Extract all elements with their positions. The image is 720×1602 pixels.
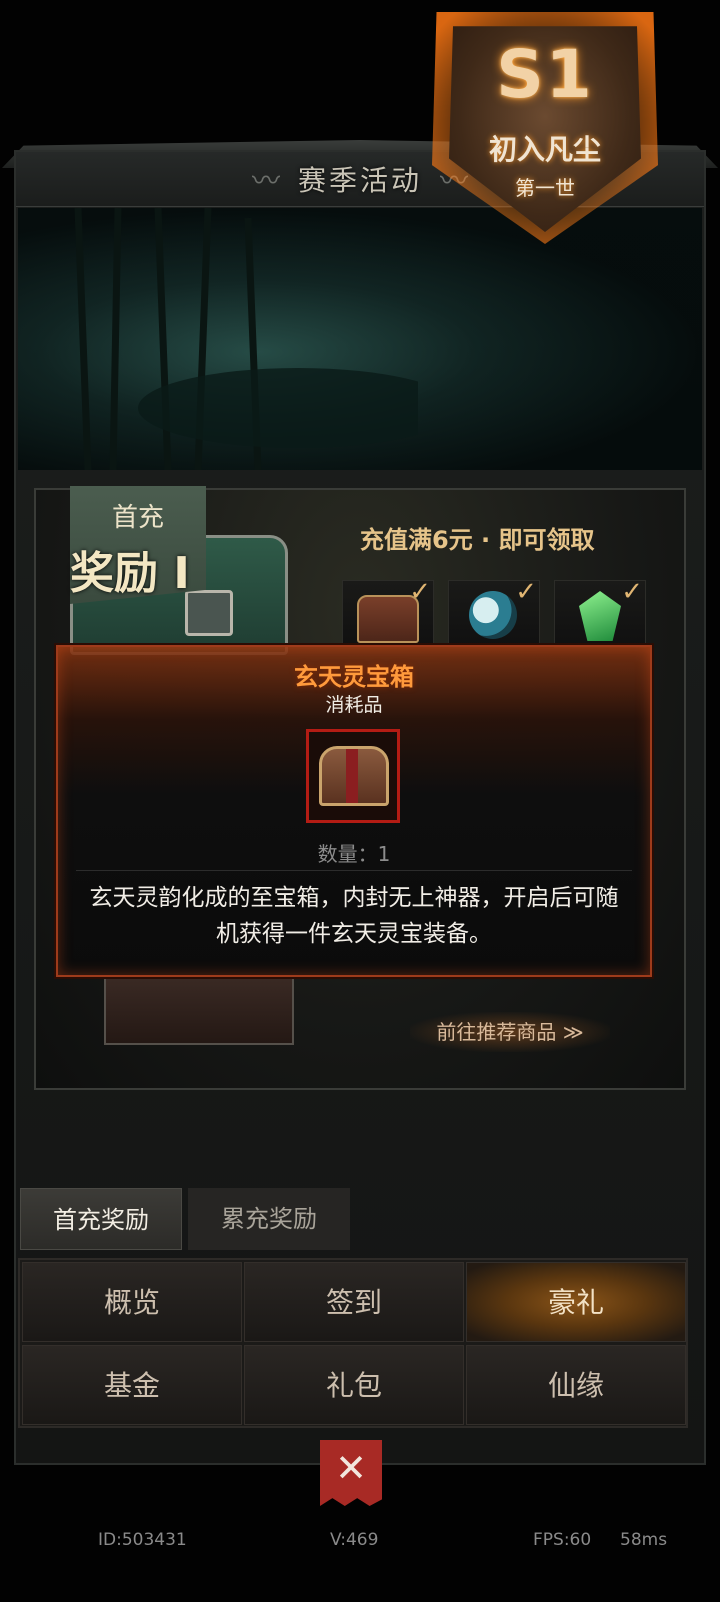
reward-slot-chest[interactable]: ✓: [342, 577, 434, 648]
first-recharge-tag-small: 首充: [111, 503, 164, 533]
treasure-chest-icon: [319, 746, 389, 806]
nav-fund[interactable]: 基金: [22, 1345, 242, 1425]
season-subtitle: 第一世: [515, 176, 575, 200]
recharge-condition: 充值满6元 · 即可领取: [360, 526, 595, 554]
season-banner: [18, 208, 702, 470]
fps-label: FPS:60: [533, 1530, 592, 1550]
season-activity-screen: 〰 赛季活动 〰 S1 初入凡尘 第一世 首充 奖励 I 充值满6元 · 即可领…: [0, 0, 720, 1602]
sub-tab-row: 首充奖励 累充奖励: [18, 1188, 706, 1250]
chest-strap: [346, 749, 358, 803]
latency-label: 58ms: [620, 1530, 668, 1550]
bamboo-forest-art: [74, 208, 418, 470]
nav-packs[interactable]: 礼包: [244, 1345, 464, 1425]
green-gem-icon: [579, 591, 621, 641]
nav-gifts[interactable]: 豪礼: [466, 1262, 686, 1342]
season-code: S1: [496, 36, 594, 113]
page-title: 赛季活动: [297, 164, 422, 197]
item-name: 玄天灵宝箱: [294, 663, 414, 691]
lower-chest-art: [104, 975, 294, 1045]
taiji-icon: [469, 591, 517, 639]
item-quantity: 数量：1: [317, 842, 391, 866]
reward-slot-taiji[interactable]: ✓: [448, 577, 540, 648]
reward-slot-gem[interactable]: ✓: [554, 577, 646, 648]
check-icon: ✓: [621, 577, 643, 607]
check-icon: ✓: [515, 577, 537, 607]
season-name: 初入凡尘: [488, 133, 601, 166]
tab-cumulative-recharge[interactable]: 累充奖励: [188, 1188, 350, 1250]
item-icon-frame: [306, 729, 400, 823]
nav-fate[interactable]: 仙缘: [466, 1345, 686, 1425]
tab-first-recharge[interactable]: 首充奖励: [20, 1188, 182, 1250]
crossed-swords-icon: ✕: [335, 1446, 367, 1490]
popup-divider: [76, 870, 632, 871]
item-description: 玄天灵韵化成的至宝箱，内封无上神器，开启后可随机获得一件玄天灵宝装备。: [89, 885, 619, 947]
left-swirl-icon: 〰: [251, 164, 280, 197]
player-id: ID:503431: [98, 1530, 187, 1550]
goto-recommended-link[interactable]: 前往推荐商品 ≫: [410, 1012, 610, 1052]
nav-sign-in[interactable]: 签到: [244, 1262, 464, 1342]
nav-overview[interactable]: 概览: [22, 1262, 242, 1342]
first-recharge-tag-big: 奖励 I: [70, 548, 190, 599]
check-icon: ✓: [409, 577, 431, 607]
version-label: V:469: [330, 1530, 379, 1550]
item-type: 消耗品: [325, 694, 383, 716]
